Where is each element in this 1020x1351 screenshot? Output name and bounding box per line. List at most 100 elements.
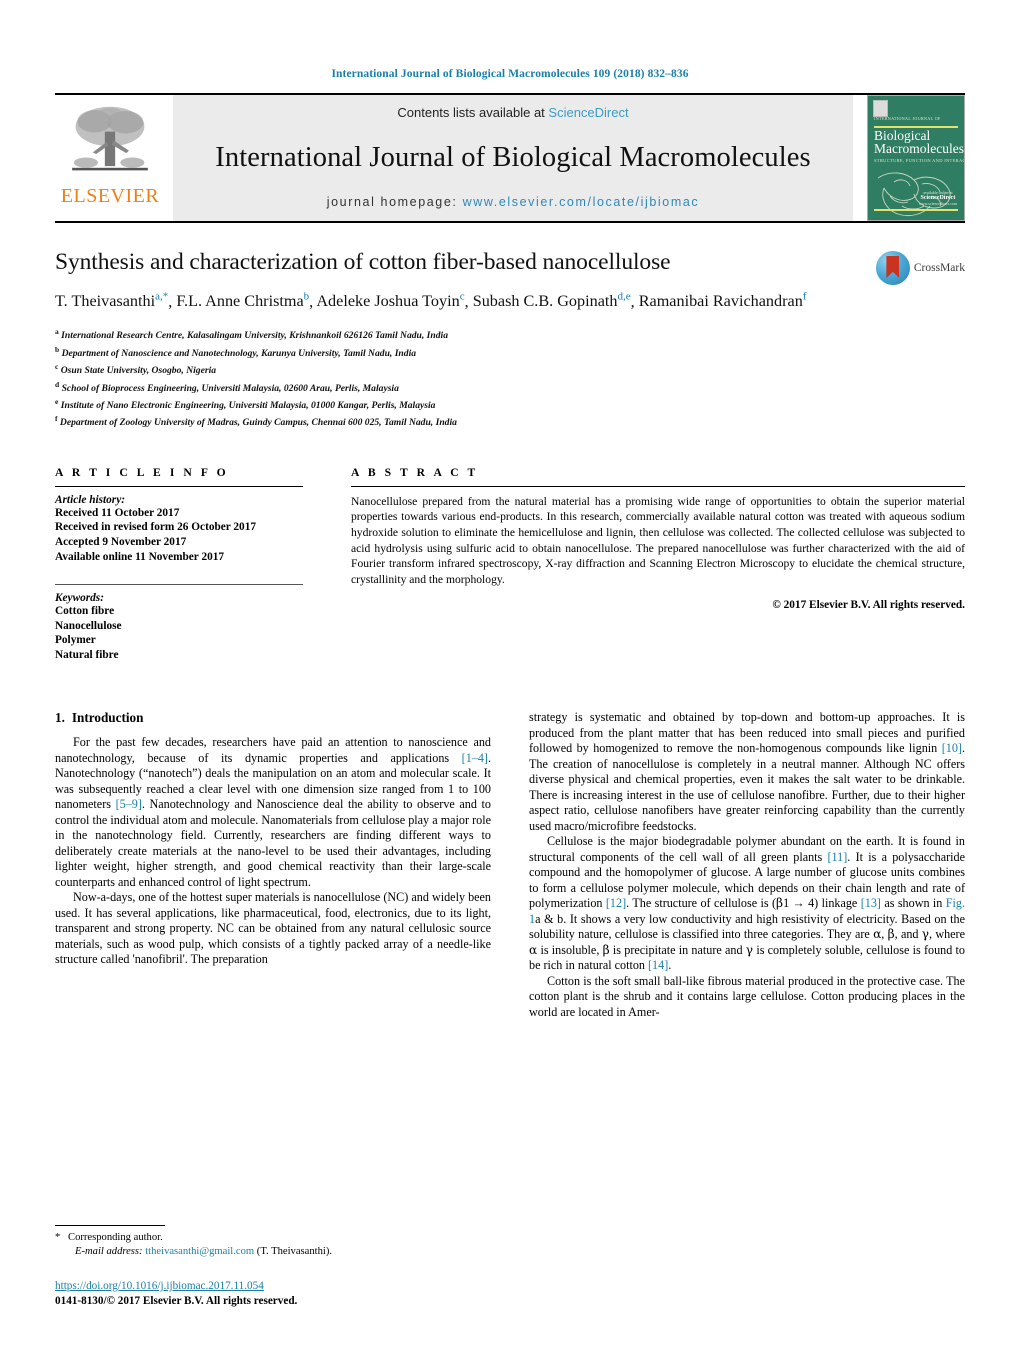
cover-publisher-badge [873, 100, 888, 117]
cover-title: Biological Macromolecules [874, 129, 964, 156]
masthead-center-panel: Contents lists available at ScienceDirec… [173, 95, 853, 221]
author-0: T. Theivasanthia,* [55, 291, 168, 311]
citation-ref[interactable]: [11] [828, 850, 848, 864]
crossmark-icon [875, 251, 910, 285]
corresponding-author-line: * Corresponding author. [55, 1231, 491, 1245]
footnote-block: * Corresponding author. E-mail address: t… [55, 1225, 491, 1259]
homepage-prefix: journal homepage: [326, 195, 463, 209]
cover-kicker: INTERNATIONAL JOURNAL OF [874, 116, 941, 121]
asterisk-icon: * [55, 1232, 61, 1243]
issn-copyright-line: 0141-8130/© 2017 Elsevier B.V. All right… [55, 1295, 298, 1307]
citation-ref[interactable]: [10] [942, 741, 962, 755]
section-heading-introduction: 1. Introduction [55, 710, 491, 726]
email-line: E-mail address: ttheivasanthi@gmail.com … [55, 1245, 491, 1259]
author-affil-mark[interactable]: b [304, 291, 310, 303]
author-affil-mark[interactable]: d,e [617, 291, 630, 303]
affiliation-mark: c [55, 362, 59, 372]
citation-ref[interactable]: [5–9] [116, 797, 142, 811]
author-name: Ramanibai Ravichandran [638, 292, 803, 311]
sciencedirect-link[interactable]: ScienceDirect [548, 105, 628, 120]
affiliation-text: Department of Nanoscience and Nanotechno… [61, 347, 417, 359]
paragraph: strategy is systematic and obtained by t… [529, 710, 965, 833]
author-name: Adeleke Joshua Toyin [316, 292, 460, 311]
history-item: Accepted 9 November 2017 [55, 535, 187, 548]
keywords-list: Cotton fibre Nanocellulose Polymer Natur… [55, 604, 303, 662]
citation-ref[interactable]: [12] [606, 896, 626, 910]
author-name: T. Theivasanthi [55, 292, 156, 311]
affiliation-item: d School of Bioprocess Engineering, Univ… [55, 378, 965, 395]
journal-masthead: ELSEVIER Contents lists available at Sci… [55, 93, 965, 221]
citation-ref[interactable]: [14] [648, 958, 668, 972]
crossmark-badge[interactable]: CrossMark [855, 249, 965, 285]
keyword-item: Natural fibre [55, 648, 119, 661]
contents-available-line: Contents lists available at ScienceDirec… [397, 105, 628, 120]
article-info-column: A R T I C L E I N F O Article history: R… [55, 466, 303, 663]
doi-block: https://doi.org/10.1016/j.ijbiomac.2017.… [55, 1279, 491, 1309]
cover-footer: available online at ScienceDirect www.sc… [919, 190, 957, 206]
figure-ref[interactable]: Fig. 1 [529, 896, 965, 926]
abstract-rule [351, 485, 965, 487]
affiliation-text: Institute of Nano Electronic Engineering… [60, 400, 436, 412]
doi-link[interactable]: https://doi.org/10.1016/j.ijbiomac.2017.… [55, 1279, 491, 1294]
title-and-authors: Synthesis and characterization of cotton… [55, 249, 855, 311]
keyword-item: Polymer [55, 634, 96, 647]
email-label: E-mail address: [75, 1246, 143, 1257]
homepage-url-link[interactable]: www.elsevier.com/locate/ijbiomac [463, 195, 700, 209]
abstract-heading: A B S T R A C T [351, 465, 479, 479]
body-column-right: strategy is systematic and obtained by t… [529, 710, 965, 1020]
affiliation-list: a International Research Centre, Kalasal… [55, 325, 965, 429]
affiliation-mark: f [55, 414, 58, 424]
affiliation-mark: a [55, 327, 59, 337]
citation-ref[interactable]: [13] [861, 896, 881, 910]
author-1: F.L. Anne Christmab [176, 291, 310, 311]
affiliation-item: e Institute of Nano Electronic Engineeri… [55, 395, 965, 412]
affiliation-text: International Research Centre, Kalasalin… [61, 330, 448, 342]
author-name: Subash C.B. Gopinath [472, 292, 618, 311]
affiliation-item: a International Research Centre, Kalasal… [55, 325, 965, 342]
article-info-rule [55, 485, 303, 487]
journal-title: International Journal of Biological Macr… [215, 141, 811, 173]
paragraph: Cellulose is the major biodegradable pol… [529, 834, 966, 973]
affiliation-mark: e [55, 396, 59, 406]
author-affil-mark[interactable]: a,* [155, 291, 168, 303]
affiliation-mark: d [55, 379, 60, 389]
crossmark-label: CrossMark [913, 262, 965, 274]
crossmark-ribbon-icon [886, 256, 900, 278]
history-item: Received 11 October 2017 [55, 506, 180, 519]
keyword-item: Nanocellulose [55, 619, 122, 632]
journal-cover-thumbnail: INTERNATIONAL JOURNAL OF Biological Macr… [867, 95, 965, 221]
section-title: Introduction [71, 710, 144, 726]
journal-homepage-line: journal homepage: www.elsevier.com/locat… [327, 195, 700, 209]
author-affil-mark[interactable]: c [460, 291, 465, 303]
keyword-item: Cotton fibre [55, 605, 115, 618]
publisher-logo: ELSEVIER [55, 95, 165, 221]
cover-bottom-rule [874, 209, 958, 211]
body-columns: 1. Introduction For the past few decades,… [55, 710, 965, 1020]
article-info-heading: A R T I C L E I N F O [55, 465, 229, 479]
abstract-text: Nanocellulose prepared from the natural … [351, 494, 965, 586]
masthead-divider [55, 221, 965, 223]
abstract-column: A B S T R A C T Nanocellulose prepared f… [351, 466, 965, 663]
author-affil-mark[interactable]: f [803, 291, 807, 303]
history-item: Received in revised form 26 October 2017 [55, 521, 256, 534]
affiliation-text: Osun State University, Osogbo, Nigeria [60, 365, 217, 377]
keywords-rule [55, 584, 303, 586]
email-link[interactable]: ttheivasanthi@gmail.com [145, 1246, 254, 1257]
paragraph: For the past few decades, researchers ha… [55, 735, 491, 889]
affiliation-text: School of Bioprocess Engineering, Univer… [61, 382, 399, 394]
author-4: Ramanibai Ravichandranf [638, 291, 807, 311]
page-title: Synthesis and characterization of cotton… [55, 249, 671, 275]
citation-ref[interactable]: [1–4] [462, 751, 488, 765]
author-name: F.L. Anne Christma [176, 292, 304, 311]
journal-article-page: International Journal of Biological Macr… [0, 0, 1020, 1351]
history-item: Available online 11 November 2017 [55, 550, 225, 563]
elsevier-wordmark: ELSEVIER [60, 185, 160, 207]
paragraph: Now-a-days, one of the hottest super mat… [55, 890, 491, 967]
author-3: Subash C.B. Gopinathd,e [472, 291, 631, 311]
abstract-copyright: © 2017 Elsevier B.V. All rights reserved… [772, 599, 965, 612]
keywords-label: Keywords: [55, 592, 104, 605]
title-block: Synthesis and characterization of cotton… [55, 249, 965, 311]
affiliation-mark: b [55, 344, 60, 354]
corresponding-author-label: Corresponding author. [68, 1232, 163, 1243]
contents-prefix: Contents lists available at [397, 105, 549, 120]
